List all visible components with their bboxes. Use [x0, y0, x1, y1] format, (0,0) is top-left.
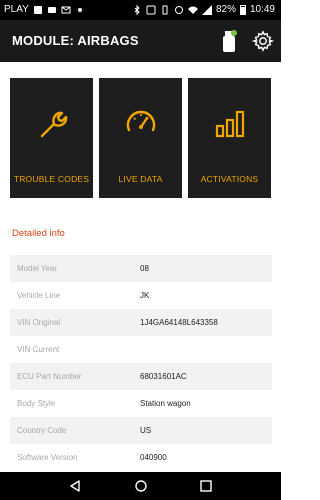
- details-table: Model Year 08 Vehicle Line JK VIN Origin…: [10, 255, 272, 471]
- page-title: MODULE: AIRBAGS: [12, 33, 139, 48]
- row-value: 1J4GA64148L643358: [140, 318, 218, 327]
- clock: 10:49: [249, 4, 275, 15]
- row-value: Station wagon: [140, 399, 191, 408]
- battery-percent: 82%: [215, 4, 236, 15]
- row-label: VIN Current: [17, 345, 60, 354]
- row-label: Body Style: [17, 399, 56, 408]
- signal-icon: [201, 4, 212, 15]
- row-value: JK: [140, 291, 150, 300]
- tile-label: ACTIVATIONS: [200, 174, 259, 184]
- row-value: 08: [140, 264, 149, 273]
- row-label: VIN Original: [17, 318, 61, 327]
- battery-icon: [239, 4, 246, 15]
- app-notification-icon: [33, 5, 42, 14]
- mail-icon: [61, 6, 71, 13]
- row-value: US: [140, 426, 152, 435]
- module-actions: TROUBLE CODES LIVE DATA ACTIVATIONS: [10, 78, 272, 198]
- message-icon: [47, 6, 56, 13]
- table-row: Body Style Station wagon: [10, 390, 272, 417]
- activations-tile[interactable]: ACTIVATIONS: [188, 78, 271, 198]
- section-title: Detailed info: [12, 228, 65, 239]
- table-row: Vehicle Line JK: [10, 282, 272, 309]
- wifi-icon: [187, 6, 198, 14]
- table-row: Software Version 040900: [10, 444, 272, 471]
- wrench-icon: [40, 111, 68, 138]
- table-row: VIN Original 1J4GA64148L643358: [10, 309, 272, 336]
- table-row: Model Year 08: [10, 255, 272, 282]
- system-nav-bar: [0, 472, 281, 500]
- table-row: Country Code US: [10, 417, 272, 444]
- row-label: Vehicle Line: [17, 291, 61, 300]
- status-bar: PLAY 82% 10:49: [0, 0, 281, 20]
- tile-label: LIVE DATA: [118, 174, 163, 184]
- tile-label: TROUBLE CODES: [13, 174, 90, 184]
- speedometer-icon: [126, 110, 156, 132]
- bars-icon: [215, 110, 245, 138]
- obd-adapter-icon[interactable]: [220, 28, 238, 54]
- row-value: 040900: [140, 453, 167, 462]
- home-icon[interactable]: [134, 479, 148, 493]
- carrier-label: PLAY: [4, 4, 29, 15]
- table-row: VIN Current: [10, 336, 272, 363]
- live-data-tile[interactable]: LIVE DATA: [99, 78, 182, 198]
- back-icon[interactable]: [68, 479, 82, 493]
- row-label: Software Version: [17, 453, 78, 462]
- bluetooth-icon: [134, 4, 140, 15]
- row-value: 68031601AC: [140, 372, 187, 381]
- recent-apps-icon[interactable]: [200, 480, 212, 492]
- app-bar: MODULE: AIRBAGS: [0, 20, 281, 62]
- vibrate-icon: [162, 5, 168, 14]
- nfc-icon: [146, 5, 156, 14]
- row-label: Country Code: [17, 426, 67, 435]
- row-label: ECU Part Number: [17, 372, 82, 381]
- more-notifications-icon: [77, 7, 82, 12]
- table-row: ECU Part Number 68031601AC: [10, 363, 272, 390]
- row-label: Model Year: [17, 264, 58, 273]
- alarm-icon: [174, 5, 183, 14]
- gear-icon[interactable]: [252, 30, 274, 52]
- trouble-codes-tile[interactable]: TROUBLE CODES: [10, 78, 93, 198]
